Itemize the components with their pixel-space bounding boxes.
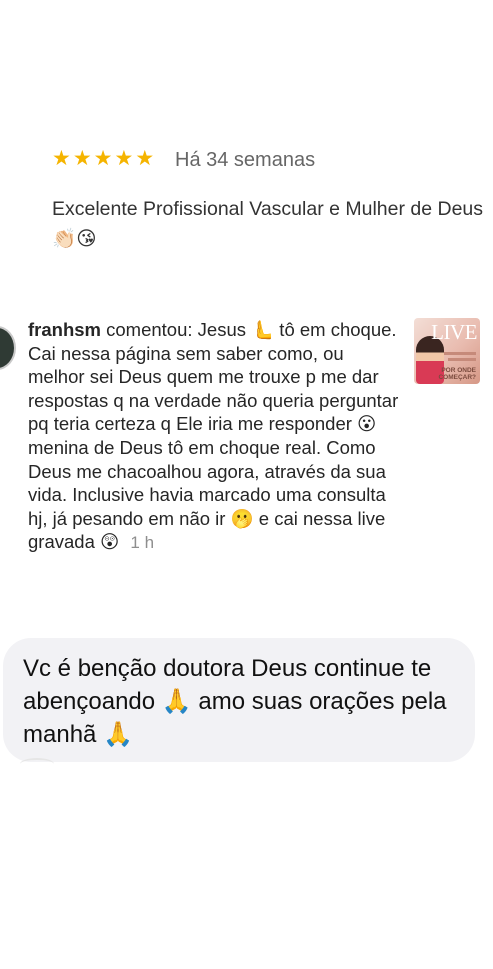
message-text: Vc é benção doutora Deus continue te abe… bbox=[23, 655, 447, 748]
post-thumbnail[interactable]: LIVE POR ONDE COMEÇAR? bbox=[414, 318, 480, 384]
review-card: ★ ★ ★ ★ ★ Há 34 semanas Excelente Profis… bbox=[0, 130, 493, 260]
comment-notification[interactable]: franhsm comentou: Jesus 🫷 tô em choque. … bbox=[0, 310, 493, 610]
review-text: Excelente Profissional Vascular e Mulher… bbox=[52, 194, 487, 254]
avatar[interactable] bbox=[0, 326, 16, 370]
thumbnail-subtitle-line bbox=[444, 352, 476, 355]
comment-timestamp: 1 h bbox=[130, 533, 155, 553]
star-icon: ★ bbox=[114, 146, 134, 170]
star-icon: ★ bbox=[72, 146, 92, 170]
thumbnail-cta: POR ONDE COMEÇAR? bbox=[438, 367, 476, 381]
star-icon: ★ bbox=[135, 146, 155, 170]
star-icon: ★ bbox=[93, 146, 113, 170]
star-icon: ★ bbox=[52, 146, 71, 170]
thumbnail-subtitle-line bbox=[448, 358, 476, 361]
star-rating: ★ ★ ★ ★ ★ bbox=[52, 146, 154, 170]
message-bubble[interactable]: Vc é benção doutora Deus continue te abe… bbox=[3, 638, 475, 762]
comment-username[interactable]: franhsm bbox=[28, 319, 101, 340]
comment-body: comentou: Jesus 🫷 tô em choque. Cai ness… bbox=[28, 319, 399, 553]
review-emojis: 👏🏻😘 bbox=[52, 227, 97, 250]
comment-text: franhsm comentou: Jesus 🫷 tô em choque. … bbox=[28, 318, 400, 555]
thumbnail-title: LIVE bbox=[431, 320, 477, 344]
review-timestamp: Há 34 semanas bbox=[175, 149, 316, 171]
reaction-circle-partial bbox=[20, 758, 54, 770]
review-body: Excelente Profissional Vascular e Mulher… bbox=[52, 198, 484, 220]
